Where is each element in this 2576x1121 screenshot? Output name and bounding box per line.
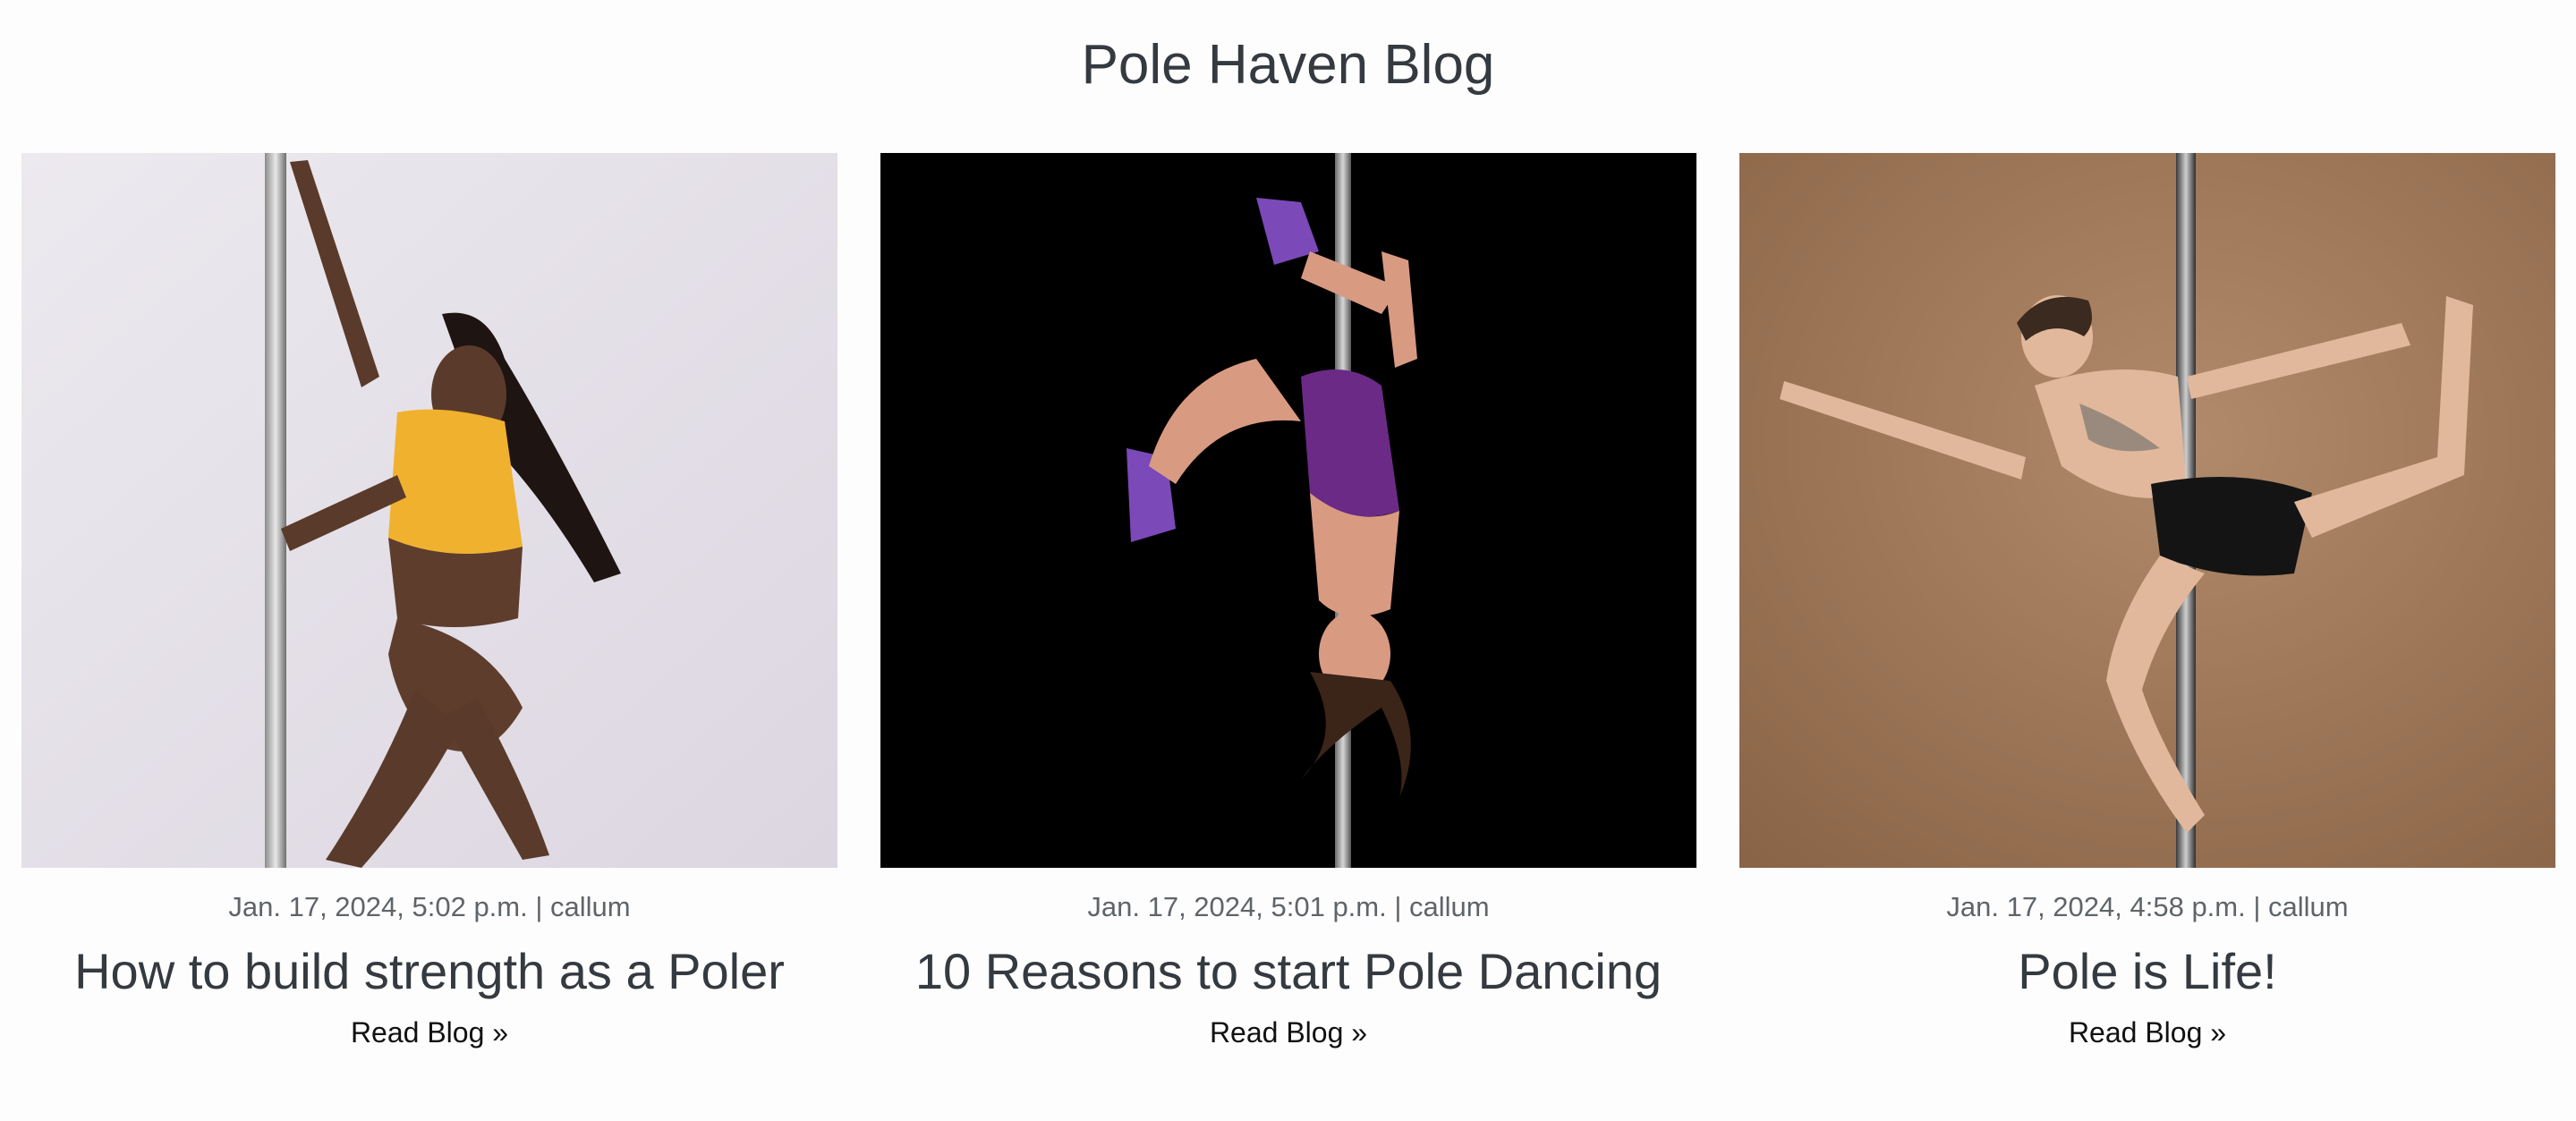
blog-post-grid: Jan. 17, 2024, 5:02 p.m. | callum How to…	[21, 153, 2555, 1050]
blog-card: Jan. 17, 2024, 5:02 p.m. | callum How to…	[21, 153, 837, 1050]
read-blog-link[interactable]: Read Blog »	[2069, 1015, 2226, 1050]
read-blog-link[interactable]: Read Blog »	[1210, 1015, 1367, 1050]
page-title: Pole Haven Blog	[1081, 34, 1495, 96]
post-meta: Jan. 17, 2024, 5:01 p.m. | callum	[1087, 891, 1490, 922]
blog-card-image[interactable]	[1739, 153, 2555, 868]
read-blog-link[interactable]: Read Blog »	[351, 1015, 508, 1050]
blog-page: Pole Haven Blog Jan. 17, 2024, 5:02 p.m.…	[0, 0, 2576, 1121]
blog-card: Jan. 17, 2024, 5:01 p.m. | callum 10 Rea…	[880, 153, 1696, 1050]
blog-card-image[interactable]	[880, 153, 1696, 868]
post-meta: Jan. 17, 2024, 5:02 p.m. | callum	[228, 891, 631, 922]
post-meta: Jan. 17, 2024, 4:58 p.m. | callum	[1946, 891, 2349, 922]
blog-card: Jan. 17, 2024, 4:58 p.m. | callum Pole i…	[1739, 153, 2555, 1050]
post-title: How to build strength as a Poler	[74, 943, 785, 999]
post-title: Pole is Life!	[2018, 943, 2277, 999]
post-title: 10 Reasons to start Pole Dancing	[914, 943, 1662, 999]
blog-card-image[interactable]	[21, 153, 837, 868]
